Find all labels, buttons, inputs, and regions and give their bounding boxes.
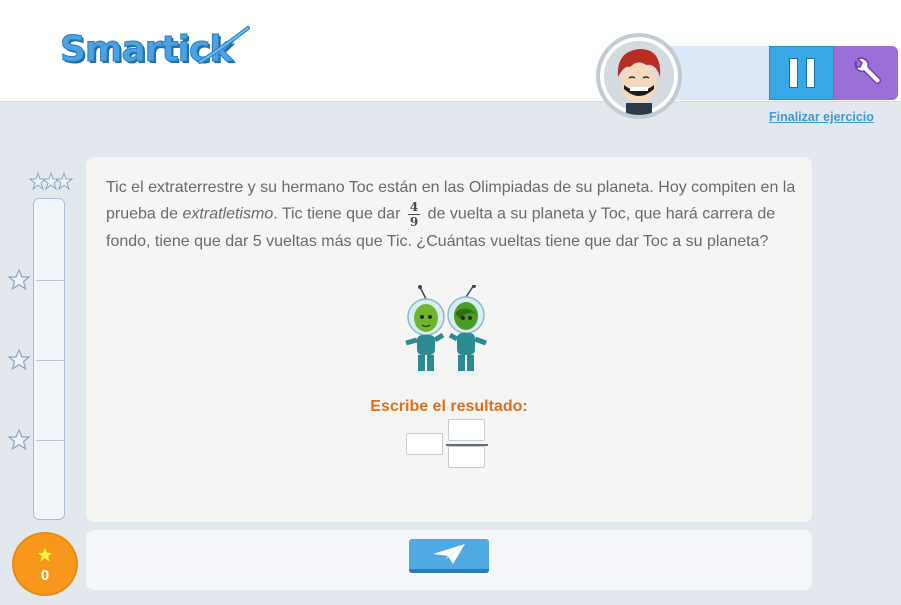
three-stars-icon: [29, 171, 73, 191]
submit-area: [86, 530, 812, 590]
progress-tick: [36, 280, 64, 281]
progress-tick: [36, 440, 64, 441]
whole-number-input[interactable]: [406, 433, 443, 455]
finish-exercise-link[interactable]: Finalizar ejercicio: [769, 110, 874, 124]
score-badge: 0: [12, 532, 78, 596]
star-outline-icon: [7, 348, 31, 371]
denominator-input[interactable]: [448, 446, 485, 468]
score-value: 0: [40, 566, 50, 584]
question-text: Tic el extraterrestre y su hermano Toc e…: [106, 175, 796, 254]
progress-tick: [36, 360, 64, 361]
numerator-input[interactable]: [448, 419, 485, 441]
star-icon: [35, 545, 55, 563]
fraction-numerator: 4: [407, 200, 421, 215]
progress-track: [33, 198, 65, 520]
question-text-part: . Tic tiene que dar: [273, 205, 405, 223]
answer-label: Escribe el resultado:: [370, 398, 528, 415]
star-outline-icon: [7, 428, 31, 451]
paper-plane-icon: [433, 544, 465, 564]
smartick-logo: Smartick: [60, 26, 250, 82]
question-card: Tic el extraterrestre y su hermano Toc e…: [86, 157, 812, 522]
logo-swoosh-icon: [198, 26, 250, 64]
boy-avatar-icon: [605, 42, 673, 115]
pause-icon: [788, 58, 798, 88]
send-button[interactable]: [409, 539, 489, 573]
star-outline-icon: [7, 268, 31, 291]
avatar[interactable]: [596, 33, 682, 119]
fraction-denominator: 9: [409, 215, 419, 229]
pause-button[interactable]: [769, 46, 834, 100]
question-italic-word: extratletismo: [182, 205, 274, 223]
settings-button[interactable]: [834, 46, 898, 100]
aliens-illustration: [405, 285, 487, 376]
inline-fraction: 49: [407, 200, 421, 229]
pause-icon-bar: [805, 58, 815, 88]
wrench-icon: [854, 57, 882, 85]
